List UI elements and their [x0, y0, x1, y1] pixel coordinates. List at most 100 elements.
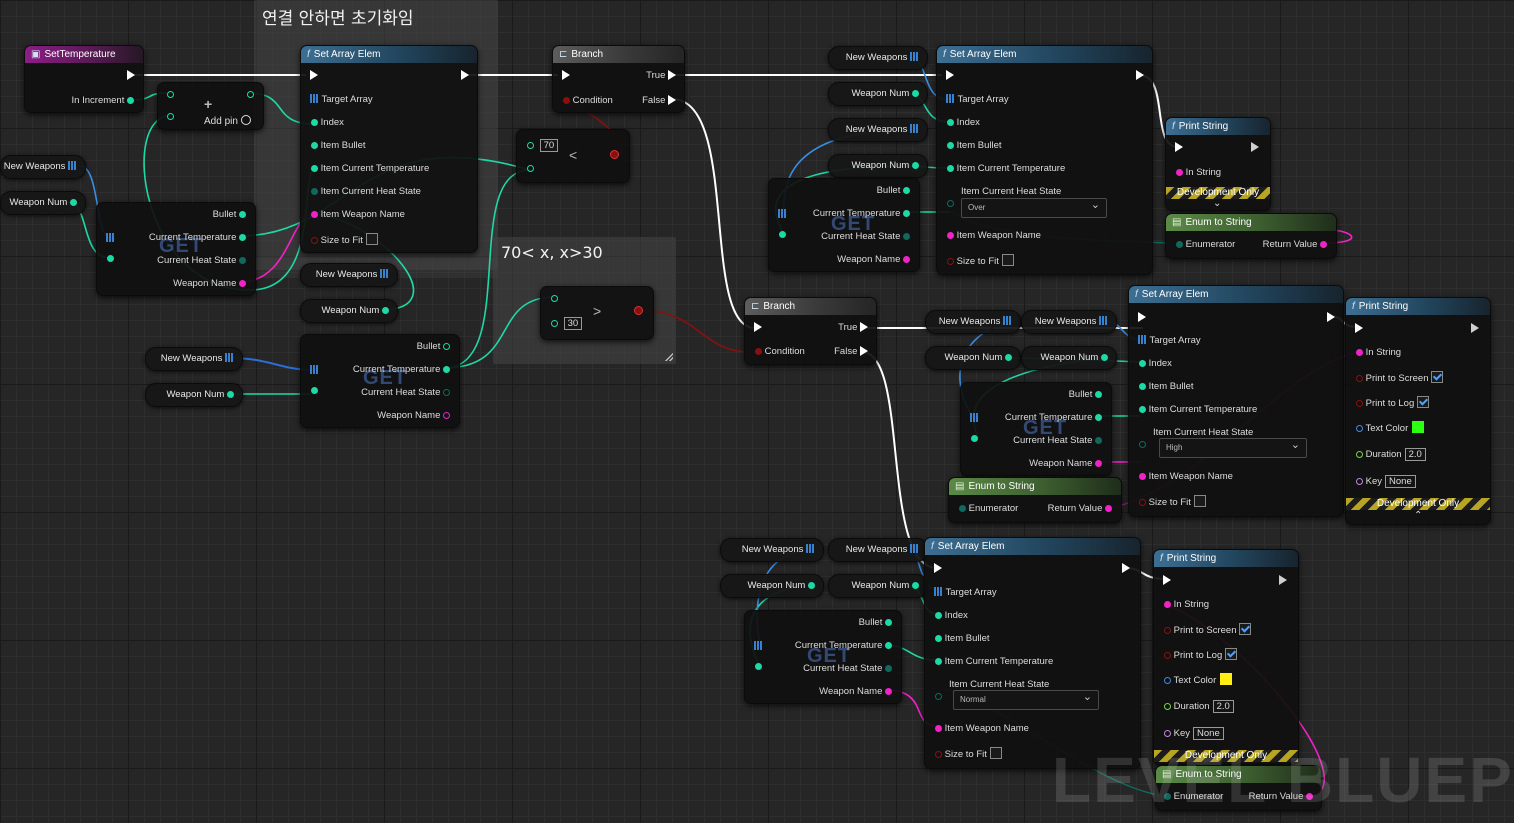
- target-array-pin[interactable]: Target Array: [1138, 335, 1201, 347]
- exec-out-pin[interactable]: [1251, 142, 1260, 154]
- var-weapon-num[interactable]: Weapon Num: [0, 191, 86, 215]
- set-array-elem-node-4[interactable]: f Set Array Elem Target Array Index Item …: [924, 537, 1141, 769]
- array-in-pin[interactable]: [754, 641, 763, 653]
- exec-in-pin[interactable]: [934, 563, 942, 575]
- index-in-pin[interactable]: [971, 433, 978, 445]
- exec-in-pin[interactable]: [1163, 575, 1171, 587]
- target-array-pin[interactable]: Target Array: [310, 94, 373, 106]
- duration-field[interactable]: 2.0: [1212, 700, 1234, 713]
- add-b-pin[interactable]: [167, 111, 174, 123]
- exec-in-pin[interactable]: [562, 70, 570, 82]
- weapon-name-out-pin[interactable]: Weapon Name: [819, 686, 892, 698]
- add-result-pin[interactable]: [247, 89, 254, 101]
- set-temperature-event-node[interactable]: ▣ SetTemperature In Increment: [24, 45, 144, 113]
- add-int-node[interactable]: + Add pin: [157, 82, 264, 130]
- current-temperature-out-pin[interactable]: Current Temperature: [795, 640, 892, 652]
- key-field[interactable]: None: [1193, 727, 1224, 740]
- set-array-elem-node-3[interactable]: f Set Array Elem Target Array Index Item …: [1128, 285, 1344, 517]
- text-color-pin[interactable]: Text Color: [1164, 673, 1233, 687]
- heat-state-pin[interactable]: [1139, 439, 1146, 451]
- index-pin[interactable]: Index: [935, 610, 968, 622]
- heat-state-dropdown[interactable]: Normal: [953, 688, 1099, 710]
- size-to-fit-checkbox[interactable]: [989, 747, 1002, 759]
- return-value-pin[interactable]: Return Value: [1048, 503, 1112, 515]
- array-in-pin[interactable]: [310, 365, 319, 377]
- item-current-heat-state-pin[interactable]: Item Current Heat State: [961, 186, 1061, 198]
- get-array-node[interactable]: GET Bullet Current Temperature Current H…: [300, 334, 460, 428]
- duration-field[interactable]: 2.0: [1404, 448, 1426, 461]
- item-bullet-pin[interactable]: Item Bullet: [947, 140, 1002, 152]
- bullet-out-pin[interactable]: Bullet: [859, 617, 892, 629]
- enumerator-pin[interactable]: Enumerator: [1176, 239, 1235, 251]
- item-bullet-pin[interactable]: Item Bullet: [935, 633, 990, 645]
- bullet-out-pin[interactable]: Bullet: [877, 185, 910, 197]
- less-than-node[interactable]: 70 <: [516, 129, 630, 183]
- print-to-log-checkbox[interactable]: [1225, 648, 1238, 660]
- bullet-out-pin[interactable]: Bullet: [417, 341, 450, 353]
- item-bullet-pin[interactable]: Item Bullet: [311, 140, 366, 152]
- item-current-temperature-pin[interactable]: Item Current Temperature: [935, 656, 1053, 668]
- var-new-weapons[interactable]: New Weapons: [1021, 310, 1117, 334]
- in-increment-pin[interactable]: In Increment: [72, 95, 134, 107]
- text-color-swatch[interactable]: [1220, 673, 1233, 685]
- bullet-out-pin[interactable]: Bullet: [213, 209, 246, 221]
- index-pin[interactable]: Index: [1139, 358, 1172, 370]
- print-string-node-3[interactable]: f Print String In String Print to Screen …: [1153, 549, 1299, 765]
- get-array-node[interactable]: GET Bullet Current Temperature Current H…: [768, 178, 920, 272]
- array-in-pin[interactable]: [778, 209, 787, 221]
- current-temperature-out-pin[interactable]: Current Temperature: [1005, 412, 1102, 424]
- greater-result-pin[interactable]: [634, 306, 643, 318]
- array-in-pin[interactable]: [970, 413, 979, 425]
- item-weapon-name-pin[interactable]: Item Weapon Name: [311, 209, 405, 221]
- item-current-temperature-pin[interactable]: Item Current Temperature: [311, 163, 429, 175]
- in-string-pin[interactable]: In String: [1164, 599, 1209, 611]
- var-new-weapons[interactable]: New Weapons: [0, 155, 86, 179]
- print-to-log-pin[interactable]: Print to Log: [1164, 648, 1238, 662]
- heat-state-dropdown[interactable]: High: [1159, 436, 1307, 458]
- index-in-pin[interactable]: [755, 661, 762, 673]
- print-string-node-1[interactable]: f Print String In String Development Only…: [1165, 117, 1271, 211]
- var-weapon-num[interactable]: Weapon Num: [828, 574, 928, 598]
- exec-out-pin[interactable]: [1327, 312, 1335, 324]
- size-to-fit-checkbox[interactable]: [1001, 254, 1014, 266]
- branch-node-1[interactable]: ⊏ Branch True Condition False: [552, 45, 685, 113]
- text-color-swatch[interactable]: [1412, 421, 1425, 433]
- less-result-pin[interactable]: [610, 150, 619, 162]
- key-pin[interactable]: Key None: [1164, 727, 1224, 740]
- index-in-pin[interactable]: [311, 385, 318, 397]
- add-pin-button[interactable]: Add pin: [204, 115, 251, 128]
- var-new-weapons[interactable]: New Weapons: [828, 538, 928, 562]
- size-to-fit-checkbox[interactable]: [365, 233, 378, 245]
- exec-out-pin[interactable]: [1471, 323, 1480, 335]
- weapon-name-out-pin[interactable]: Weapon Name: [1029, 458, 1102, 470]
- size-to-fit-pin[interactable]: Size to Fit: [1139, 495, 1206, 509]
- greater-b-pin[interactable]: 30: [551, 317, 583, 330]
- heat-state-pin[interactable]: [947, 198, 954, 210]
- current-temperature-out-pin[interactable]: Current Temperature: [353, 364, 450, 376]
- branch-node-2[interactable]: ⊏ Branch True Condition False: [744, 297, 877, 365]
- exec-out-pin[interactable]: [127, 70, 135, 82]
- heat-state-pin[interactable]: [935, 691, 942, 703]
- current-heat-state-out-pin[interactable]: Current Heat State: [361, 387, 450, 399]
- exec-in-pin[interactable]: [1175, 142, 1183, 154]
- expand-chevron-icon[interactable]: ⌄: [1213, 198, 1221, 210]
- index-pin[interactable]: Index: [311, 117, 344, 129]
- less-a-pin[interactable]: 70: [527, 139, 559, 152]
- current-heat-state-out-pin[interactable]: Current Heat State: [1013, 435, 1102, 447]
- condition-pin[interactable]: Condition: [755, 346, 805, 358]
- greater-value-field[interactable]: 30: [563, 317, 583, 330]
- condition-pin[interactable]: Condition: [563, 95, 613, 107]
- var-new-weapons[interactable]: New Weapons: [925, 310, 1021, 334]
- current-heat-state-out-pin[interactable]: Current Heat State: [157, 255, 246, 267]
- enum-to-string-node-1[interactable]: ▤ Enum to String Enumerator Return Value: [1165, 213, 1337, 259]
- weapon-name-out-pin[interactable]: Weapon Name: [377, 410, 450, 422]
- index-in-pin[interactable]: [779, 229, 786, 241]
- var-weapon-num[interactable]: Weapon Num: [300, 299, 398, 323]
- in-string-pin[interactable]: In String: [1176, 167, 1221, 179]
- greater-than-node[interactable]: 30 >: [540, 286, 654, 340]
- duration-pin[interactable]: Duration 2.0: [1356, 448, 1426, 461]
- print-to-log-checkbox[interactable]: [1417, 396, 1430, 408]
- current-heat-state-out-pin[interactable]: Current Heat State: [821, 231, 910, 243]
- target-array-pin[interactable]: Target Array: [934, 587, 997, 599]
- in-string-pin[interactable]: In String: [1356, 347, 1401, 359]
